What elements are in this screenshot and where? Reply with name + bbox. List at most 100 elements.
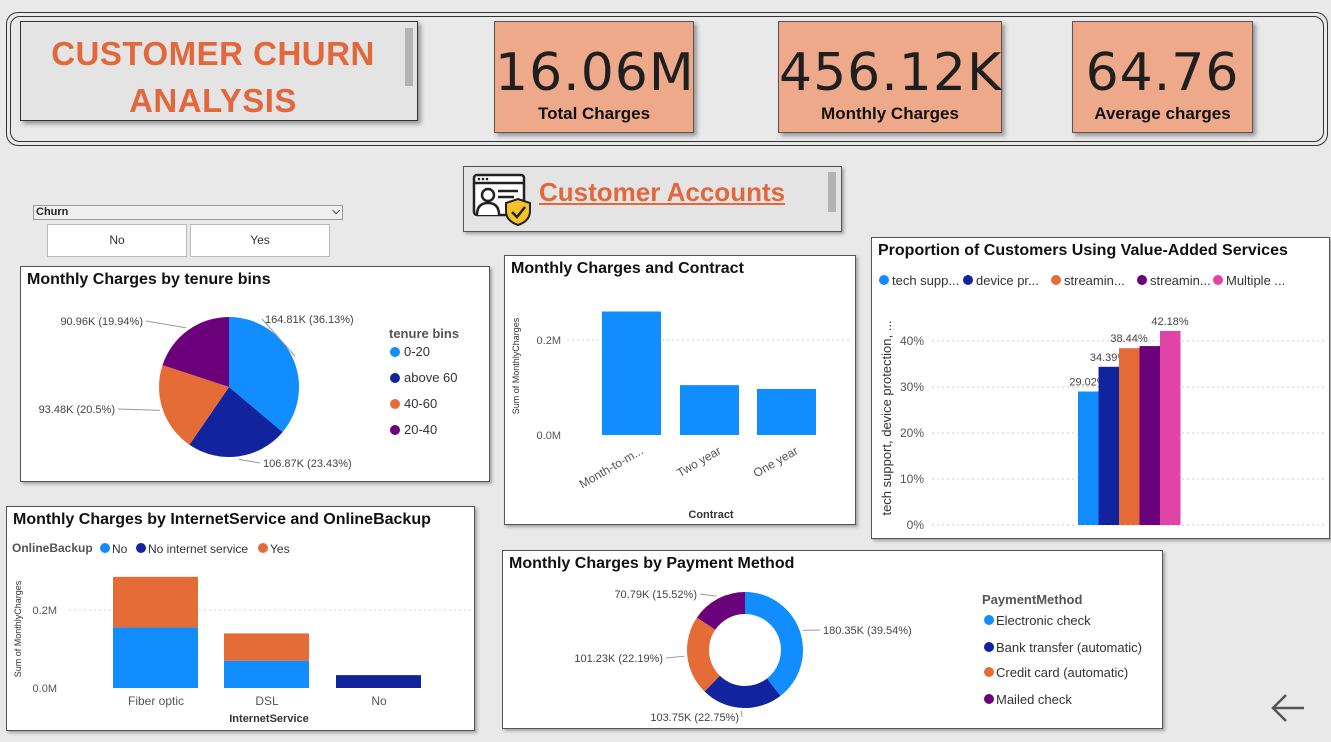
internet-bar-panel: Monthly Charges by InternetService and O… bbox=[6, 506, 475, 731]
legend-item[interactable]: 0-20 bbox=[404, 344, 430, 359]
legend-title: tenure bins bbox=[389, 326, 459, 341]
x-tick-label: DSL bbox=[255, 694, 279, 708]
bar[interactable] bbox=[680, 385, 739, 435]
legend-marker bbox=[1051, 275, 1061, 285]
x-tick-label: Month-to-m... bbox=[577, 443, 646, 491]
legend-item[interactable]: Bank transfer (automatic) bbox=[996, 640, 1142, 655]
legend-item[interactable]: streamin... bbox=[1064, 273, 1125, 288]
bar[interactable] bbox=[757, 388, 816, 435]
bar-segment[interactable] bbox=[224, 633, 309, 661]
bar[interactable] bbox=[602, 311, 661, 436]
legend-title: OnlineBackup bbox=[12, 541, 93, 555]
leader-line bbox=[145, 320, 187, 329]
bar-segment[interactable] bbox=[336, 675, 421, 688]
legend-marker bbox=[390, 425, 400, 435]
legend-item[interactable]: tech supp... bbox=[892, 273, 959, 288]
contract-bar-chart: 0.2M 0.0M Month-to-m... Two year One year Co… bbox=[511, 311, 850, 521]
legend-marker bbox=[963, 275, 973, 285]
pie-slice-electronic-check[interactable] bbox=[745, 592, 803, 696]
legend-item[interactable]: Mailed check bbox=[996, 692, 1072, 707]
legend-item[interactable]: above 60 bbox=[404, 370, 458, 385]
x-tick-label: Two year bbox=[674, 443, 723, 479]
y-tick-label: 0% bbox=[907, 518, 925, 532]
legend-marker bbox=[258, 543, 268, 553]
legend-item[interactable]: Yes bbox=[270, 542, 290, 556]
y-tick-label: 0.0M bbox=[33, 683, 57, 695]
back-arrow-icon[interactable] bbox=[1268, 690, 1308, 726]
legend-item[interactable]: 20-40 bbox=[404, 422, 437, 437]
kpi-label: Average charges bbox=[1094, 104, 1231, 123]
bar-segment[interactable] bbox=[224, 660, 309, 688]
data-label: 93.48K (20.5%) bbox=[39, 404, 115, 416]
dashboard-title: CUSTOMER CHURN ANALYSIS bbox=[21, 30, 405, 124]
kpi-value: 64.76 bbox=[1085, 43, 1240, 103]
data-label: 70.79K (15.52%) bbox=[614, 589, 697, 601]
kpi-average-charges: 64.76 Average charges bbox=[1072, 21, 1253, 133]
leader-line bbox=[238, 458, 261, 464]
data-label: 101.23K (22.19%) bbox=[574, 653, 663, 665]
kpi-value: 16.06M bbox=[495, 43, 695, 103]
legend-item[interactable]: 40-60 bbox=[404, 396, 437, 411]
scrollbar[interactable] bbox=[828, 172, 836, 212]
legend-item[interactable]: No bbox=[112, 542, 128, 556]
kpi-label: Monthly Charges bbox=[821, 104, 959, 123]
legend-item[interactable]: streamin... bbox=[1150, 273, 1211, 288]
data-label: 164.81K (36.13%) bbox=[265, 314, 354, 326]
legend-marker bbox=[390, 347, 400, 357]
bar[interactable] bbox=[1098, 366, 1120, 525]
legend-marker bbox=[1213, 275, 1223, 285]
legend-item[interactable]: Multiple ... bbox=[1226, 273, 1285, 288]
tenure-pie-panel: Monthly Charges by tenure bins 164.81K (… bbox=[20, 266, 490, 482]
legend-marker bbox=[984, 615, 994, 625]
x-tick-label: Fiber optic bbox=[128, 694, 184, 708]
bar-segment[interactable] bbox=[113, 627, 198, 688]
data-label: 42.18% bbox=[1151, 316, 1189, 328]
data-label: 180.35K (39.54%) bbox=[823, 625, 912, 637]
title-line-1: CUSTOMER CHURN bbox=[51, 35, 375, 72]
y-tick-label: 0.2M bbox=[537, 335, 561, 347]
customer-accounts-banner[interactable]: Customer Accounts bbox=[463, 166, 842, 232]
bar[interactable] bbox=[1139, 346, 1161, 525]
dashboard-title-box: CUSTOMER CHURN ANALYSIS bbox=[20, 21, 418, 121]
legend-marker bbox=[879, 275, 889, 285]
bar-segment[interactable] bbox=[113, 576, 198, 628]
contract-bar-panel: Monthly Charges and Contract 0.2M 0.0M Mon… bbox=[504, 255, 856, 525]
scrollbar[interactable] bbox=[405, 28, 413, 86]
title-line-2: ANALYSIS bbox=[129, 82, 297, 119]
y-axis-label: Sum of MonthlyCharges bbox=[13, 580, 23, 677]
slicer-option-yes[interactable]: Yes bbox=[190, 224, 330, 257]
slicer-option-no[interactable]: No bbox=[47, 224, 187, 257]
kpi-monthly-charges: 456.12K Monthly Charges bbox=[778, 21, 1002, 133]
legend-title: PaymentMethod bbox=[982, 592, 1082, 607]
kpi-total-charges: 16.06M Total Charges bbox=[494, 21, 694, 133]
chevron-down-icon[interactable]: ⌵ bbox=[332, 205, 340, 218]
data-label: 103.75K (22.75%) bbox=[650, 712, 739, 724]
bar[interactable] bbox=[1078, 391, 1099, 525]
legend-marker bbox=[984, 642, 994, 652]
leader-line bbox=[699, 593, 717, 597]
account-security-icon bbox=[472, 173, 531, 227]
legend-item[interactable]: Credit card (automatic) bbox=[996, 665, 1128, 680]
bar[interactable] bbox=[1119, 348, 1140, 525]
y-tick-label: 30% bbox=[900, 380, 924, 394]
legend-marker bbox=[984, 667, 994, 677]
data-label: 90.96K (19.94%) bbox=[60, 316, 143, 328]
x-tick-label: No bbox=[371, 694, 387, 708]
bar[interactable] bbox=[1160, 330, 1181, 525]
data-label: 38.44% bbox=[1110, 333, 1148, 345]
y-axis-label: Sum of MonthlyCharges bbox=[511, 317, 521, 414]
leader-line bbox=[117, 408, 160, 411]
legend-marker bbox=[984, 694, 994, 704]
internet-bar-chart: OnlineBackup No No internet service Yes 0.… bbox=[12, 541, 472, 725]
legend-item[interactable]: Electronic check bbox=[996, 613, 1091, 628]
y-tick-label: 40% bbox=[900, 334, 924, 348]
x-axis-label: InternetService bbox=[229, 713, 308, 725]
kpi-label: Total Charges bbox=[537, 104, 651, 123]
churn-slicer-header[interactable]: Churn ⌵ bbox=[33, 205, 343, 220]
customer-accounts-link[interactable]: Customer Accounts bbox=[539, 177, 785, 208]
legend-item[interactable]: device pr... bbox=[976, 273, 1039, 288]
legend-marker bbox=[100, 543, 110, 553]
legend-marker bbox=[136, 543, 146, 553]
leader-line bbox=[665, 655, 685, 659]
legend-item[interactable]: No internet service bbox=[148, 542, 248, 556]
